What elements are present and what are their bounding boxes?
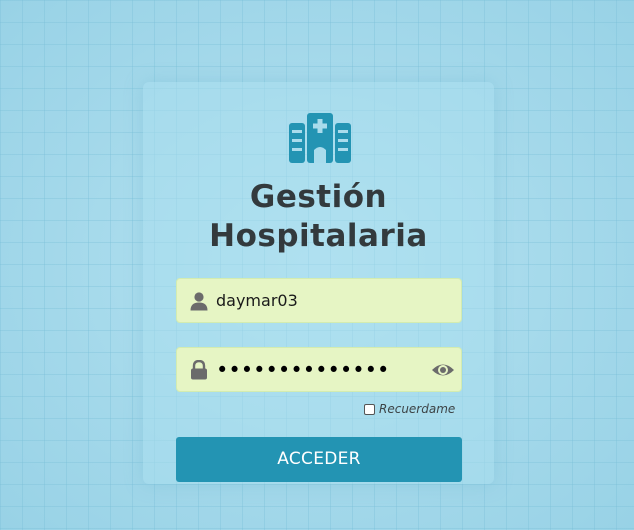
username-field[interactable] bbox=[176, 278, 462, 323]
hospital-icon bbox=[289, 113, 351, 163]
password-field[interactable] bbox=[176, 347, 462, 392]
page-title: Gestión Hospitalaria bbox=[143, 178, 494, 256]
remember-checkbox[interactable] bbox=[364, 403, 375, 415]
eye-icon[interactable] bbox=[431, 359, 455, 381]
password-input[interactable] bbox=[216, 348, 416, 391]
username-input[interactable] bbox=[216, 279, 451, 322]
lock-icon bbox=[191, 360, 207, 380]
title-line-1: Gestión bbox=[249, 179, 388, 215]
user-icon bbox=[190, 292, 208, 311]
remember-me[interactable]: Recuerdame bbox=[364, 401, 455, 417]
title-line-2: Hospitalaria bbox=[209, 218, 428, 254]
remember-label[interactable]: Recuerdame bbox=[379, 402, 455, 416]
login-button[interactable]: ACCEDER bbox=[176, 437, 462, 482]
